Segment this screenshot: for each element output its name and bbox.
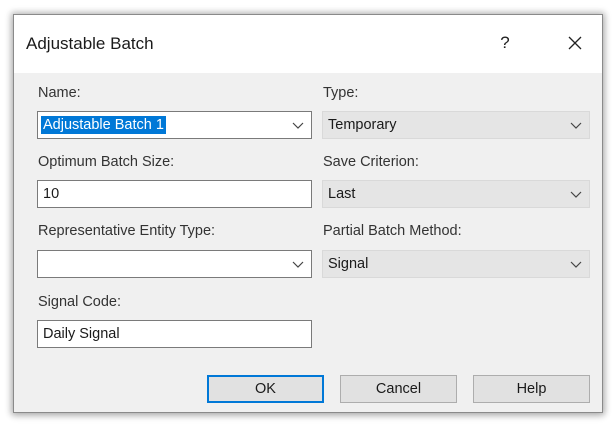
screen: Adjustable Batch ? Name: Adjustable Batc… <box>0 0 616 427</box>
type-combobox[interactable]: Temporary <box>322 111 590 139</box>
name-label: Name: <box>38 85 81 101</box>
dialog-body: Name: Adjustable Batch 1 Type: Temporary… <box>14 73 602 412</box>
optimum-batch-size-label: Optimum Batch Size: <box>38 154 175 170</box>
chevron-down-icon <box>570 261 582 268</box>
chevron-down-icon <box>570 191 582 198</box>
signal-code-label: Signal Code: <box>38 294 122 310</box>
adjustable-batch-dialog: Adjustable Batch ? Name: Adjustable Batc… <box>13 14 603 413</box>
representative-entity-type-combobox[interactable] <box>37 250 312 278</box>
partial-batch-method-combobox[interactable]: Signal <box>322 250 590 278</box>
chevron-down-icon <box>292 261 304 268</box>
save-criterion-label: Save Criterion: <box>323 154 419 170</box>
save-criterion-value: Last <box>328 186 356 202</box>
partial-batch-method-value: Signal <box>328 256 369 272</box>
optimum-batch-size-input[interactable] <box>37 180 312 208</box>
close-button[interactable] <box>560 29 590 57</box>
close-icon <box>568 36 582 50</box>
representative-entity-type-label: Representative Entity Type: <box>38 223 216 239</box>
context-help-button[interactable]: ? <box>490 29 520 57</box>
cancel-button[interactable]: Cancel <box>340 375 457 403</box>
save-criterion-combobox[interactable]: Last <box>322 180 590 208</box>
name-value: Adjustable Batch 1 <box>41 116 166 134</box>
type-value: Temporary <box>328 117 397 133</box>
type-label: Type: <box>323 85 359 101</box>
partial-batch-method-label: Partial Batch Method: <box>323 223 462 239</box>
signal-code-input[interactable] <box>37 320 312 348</box>
dialog-title: Adjustable Batch <box>26 34 154 53</box>
chevron-down-icon <box>570 122 582 129</box>
title-bar: Adjustable Batch ? <box>14 15 602 73</box>
name-combobox[interactable]: Adjustable Batch 1 <box>37 111 312 139</box>
ok-button[interactable]: OK <box>207 375 324 403</box>
chevron-down-icon <box>292 122 304 129</box>
help-button[interactable]: Help <box>473 375 590 403</box>
